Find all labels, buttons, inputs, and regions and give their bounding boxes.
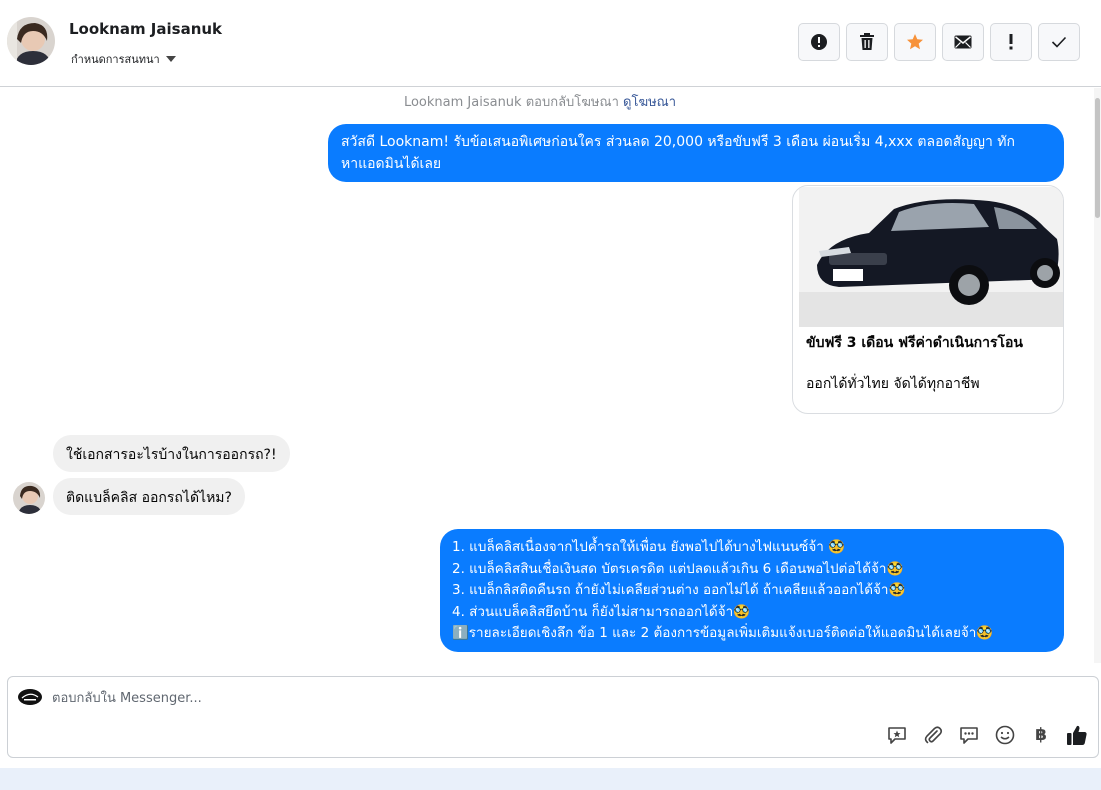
thumbs-up-icon: [1067, 725, 1087, 745]
contact-avatar-small: [13, 482, 45, 514]
delete-button[interactable]: [846, 23, 888, 61]
incoming-message: ใช้เอกสารอะไรบ้างในการออกรถ?!: [53, 435, 290, 472]
composer-toolbar: ฿: [886, 724, 1088, 746]
assign-label: กำหนดการสนทนา: [71, 53, 160, 66]
paperclip-icon: [924, 726, 943, 744]
saved-reply-icon: [888, 727, 906, 744]
car-image: [799, 187, 1063, 327]
star-button[interactable]: [894, 23, 936, 61]
report-button[interactable]: [798, 23, 840, 61]
envelope-icon: [954, 35, 972, 49]
caret-down-icon: [165, 56, 176, 62]
messenger-inbox-page: Looknam Jaisanuk กำหนดการสนทนา Looknam J…: [0, 0, 1101, 790]
scrollbar-thumb[interactable]: [1095, 98, 1100, 218]
checkmark-icon: [1051, 36, 1067, 48]
chat-dots-icon: [960, 727, 978, 744]
trash-icon: [860, 33, 874, 50]
attach-button[interactable]: [922, 724, 944, 746]
quick-replies-button[interactable]: [958, 724, 980, 746]
mark-unread-button[interactable]: [942, 23, 984, 61]
message-line: 2. แบล็คลิสสินเชื่อเงินสด บัตรเครดิต แต่…: [452, 560, 904, 577]
mark-done-button[interactable]: [1038, 23, 1080, 61]
message-line: 3. แบล็กลิสติดคืนรถ ถ้ายังไม่เคลียส่วนต่…: [452, 582, 906, 598]
conversation-toolbar: [798, 23, 1080, 61]
view-ad-link[interactable]: ดูโฆษณา: [623, 95, 676, 110]
contact-name: Looknam Jaisanuk: [69, 20, 223, 38]
smiley-icon: [995, 725, 1015, 745]
card-title: ขับฟรี 3 เดือน ฟรีค่าดำเนินการโอน: [806, 335, 1023, 351]
baht-icon: ฿: [1035, 725, 1047, 745]
outgoing-message: สวัสดี Looknam! รับข้อเสนอพิเศษก่อนใคร ส…: [328, 124, 1064, 182]
saved-reply-button[interactable]: [886, 724, 908, 746]
emoji-button[interactable]: [994, 724, 1016, 746]
message-line: สวัสดี Looknam! รับข้อเสนอพิเศษก่อนใคร ส…: [341, 134, 1015, 150]
outgoing-message: 1. แบล็คลิสเนื่องจากไปค้ำรถให้เพื่อน ยัง…: [440, 529, 1064, 652]
conversation-header: Looknam Jaisanuk กำหนดการสนทนา: [0, 0, 1101, 87]
message-line: ℹ️รายละเอียดเชิงลึก ข้อ 1 และ 2 ต้องการข…: [452, 625, 994, 641]
exclamation-icon: [1009, 34, 1013, 50]
page-logo-icon: [17, 688, 43, 706]
message-thread[interactable]: Looknam Jaisanuk ตอบกลับโฆษณา ดูโฆษณา สว…: [0, 88, 1092, 663]
ad-reply-note: Looknam Jaisanuk ตอบกลับโฆษณา ดูโฆษณา: [0, 91, 1080, 112]
reply-input[interactable]: [52, 687, 752, 709]
star-icon: [907, 34, 923, 50]
incoming-message: ติดแบล็คลิส ออกรถได้ไหม?: [53, 478, 245, 515]
reply-composer: ฿: [7, 676, 1099, 758]
payment-button[interactable]: ฿: [1030, 724, 1052, 746]
assign-conversation-dropdown[interactable]: กำหนดการสนทนา: [71, 50, 176, 68]
alert-circle-icon: [811, 34, 827, 50]
ad-reply-text: Looknam Jaisanuk ตอบกลับโฆษณา: [403, 95, 619, 110]
thread-scrollbar[interactable]: [1094, 88, 1101, 663]
message-line: หาแอดมินได้เลย: [341, 156, 442, 172]
page-footer-strip: [0, 768, 1101, 790]
card-subtitle: ออกได้ทั่วไทย จัดได้ทุกอาชีพ: [806, 376, 980, 392]
follow-up-button[interactable]: [990, 23, 1032, 61]
contact-avatar[interactable]: [7, 17, 55, 65]
like-button[interactable]: [1066, 724, 1088, 746]
message-line: 4. ส่วนแบล็คลิสยึดบ้าน ก็ยังไม่สามารถออก…: [452, 603, 750, 620]
ad-card[interactable]: ขับฟรี 3 เดือน ฟรีค่าดำเนินการโอน ออกได้…: [792, 185, 1064, 414]
message-line: 1. แบล็คลิสเนื่องจากไปค้ำรถให้เพื่อน ยัง…: [452, 539, 845, 555]
